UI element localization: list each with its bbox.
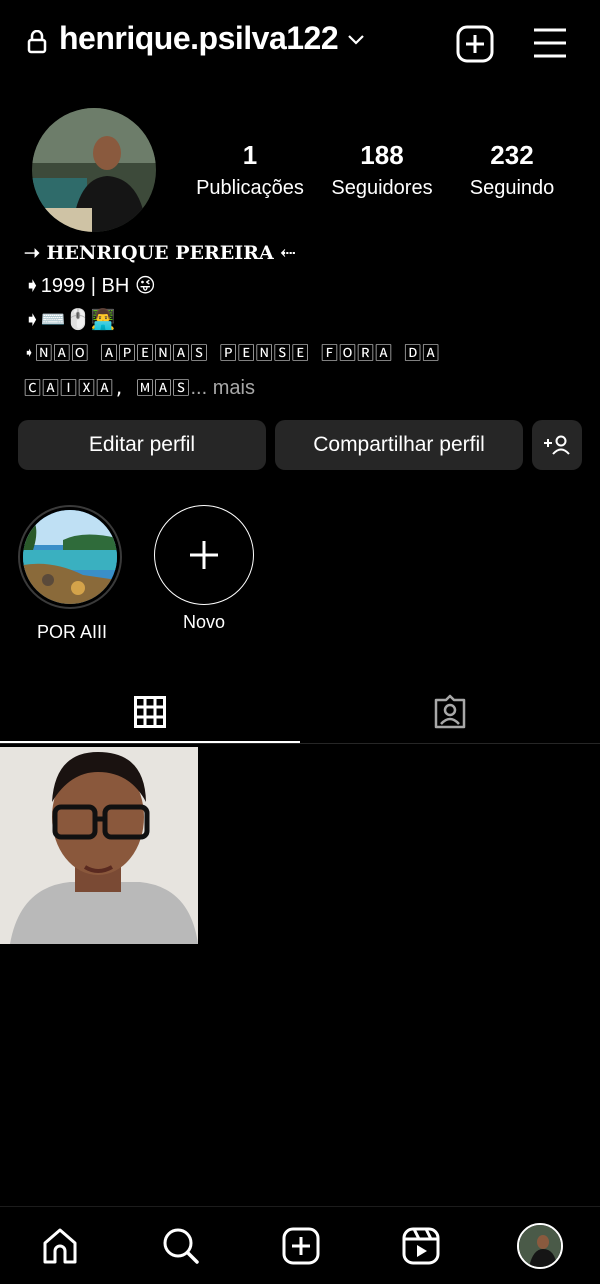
highlight-label: POR AIII bbox=[36, 622, 108, 642]
bio-line-3: ➧🄽🄰🄾 🄰🄿🄴🄽🄰🅂 🄿🄴🄽🅂🄴 🄵🄾🅁🄰 🄳🄰 bbox=[24, 344, 441, 364]
posts-count: 1 bbox=[242, 140, 258, 170]
following-label: Seguindo bbox=[469, 177, 555, 199]
plus-icon bbox=[188, 539, 220, 571]
chevron-down-icon[interactable] bbox=[346, 33, 366, 47]
post-thumbnail[interactable] bbox=[0, 747, 198, 944]
plus-square-icon[interactable] bbox=[456, 25, 494, 63]
stat-followers[interactable]: 188 Seguidores bbox=[312, 140, 452, 200]
highlight-cover-image bbox=[23, 510, 117, 604]
edit-profile-button[interactable]: Editar perfil bbox=[18, 420, 266, 470]
profile-tab-avatar[interactable] bbox=[517, 1223, 563, 1269]
new-highlight-label: Novo bbox=[182, 612, 226, 632]
tab-divider bbox=[0, 743, 600, 744]
bio-name: ➝ HENRIQUE PEREIRA ⇠ bbox=[24, 242, 297, 264]
followers-label: Seguidores bbox=[331, 177, 433, 199]
tagged-icon bbox=[432, 694, 468, 730]
username-title[interactable]: henrique.psilva122 bbox=[59, 20, 339, 57]
bio-line-4: 🄲🄰🄸🅇🄰, 🄼🄰🅂 bbox=[24, 379, 191, 399]
bio-line-1: ➧1999 | BH 😜 bbox=[24, 275, 156, 297]
top-header: henrique.psilva122 bbox=[0, 0, 600, 86]
share-profile-button[interactable]: Compartilhar perfil bbox=[275, 420, 523, 470]
posts-label: Publicações bbox=[196, 177, 304, 199]
bio-more-link[interactable]: ... mais bbox=[190, 377, 254, 399]
bio: ➝ HENRIQUE PEREIRA ⇠ ➧1999 | BH 😜 ➧⌨️🖱️👨… bbox=[24, 240, 584, 401]
bio-line-2: ➧⌨️🖱️👨‍💻 bbox=[24, 309, 116, 331]
menu-icon[interactable] bbox=[532, 26, 568, 60]
followers-count: 188 bbox=[360, 140, 404, 170]
tab-tagged[interactable] bbox=[300, 680, 600, 744]
lock-icon bbox=[27, 30, 47, 54]
home-icon[interactable] bbox=[41, 1227, 79, 1265]
tab-posts-grid[interactable] bbox=[0, 680, 300, 744]
reels-icon[interactable] bbox=[402, 1227, 440, 1265]
following-count: 232 bbox=[490, 140, 534, 170]
add-person-icon bbox=[543, 434, 571, 456]
discover-people-button[interactable] bbox=[532, 420, 582, 470]
stat-following[interactable]: 232 Seguindo bbox=[442, 140, 582, 200]
search-icon[interactable] bbox=[162, 1227, 200, 1265]
highlight-por-aiii[interactable] bbox=[18, 505, 122, 609]
create-icon[interactable] bbox=[282, 1227, 320, 1265]
grid-icon bbox=[134, 696, 166, 728]
stat-posts[interactable]: 1 Publicações bbox=[180, 140, 320, 200]
profile-avatar[interactable] bbox=[32, 108, 156, 232]
new-highlight-button[interactable] bbox=[154, 505, 254, 605]
